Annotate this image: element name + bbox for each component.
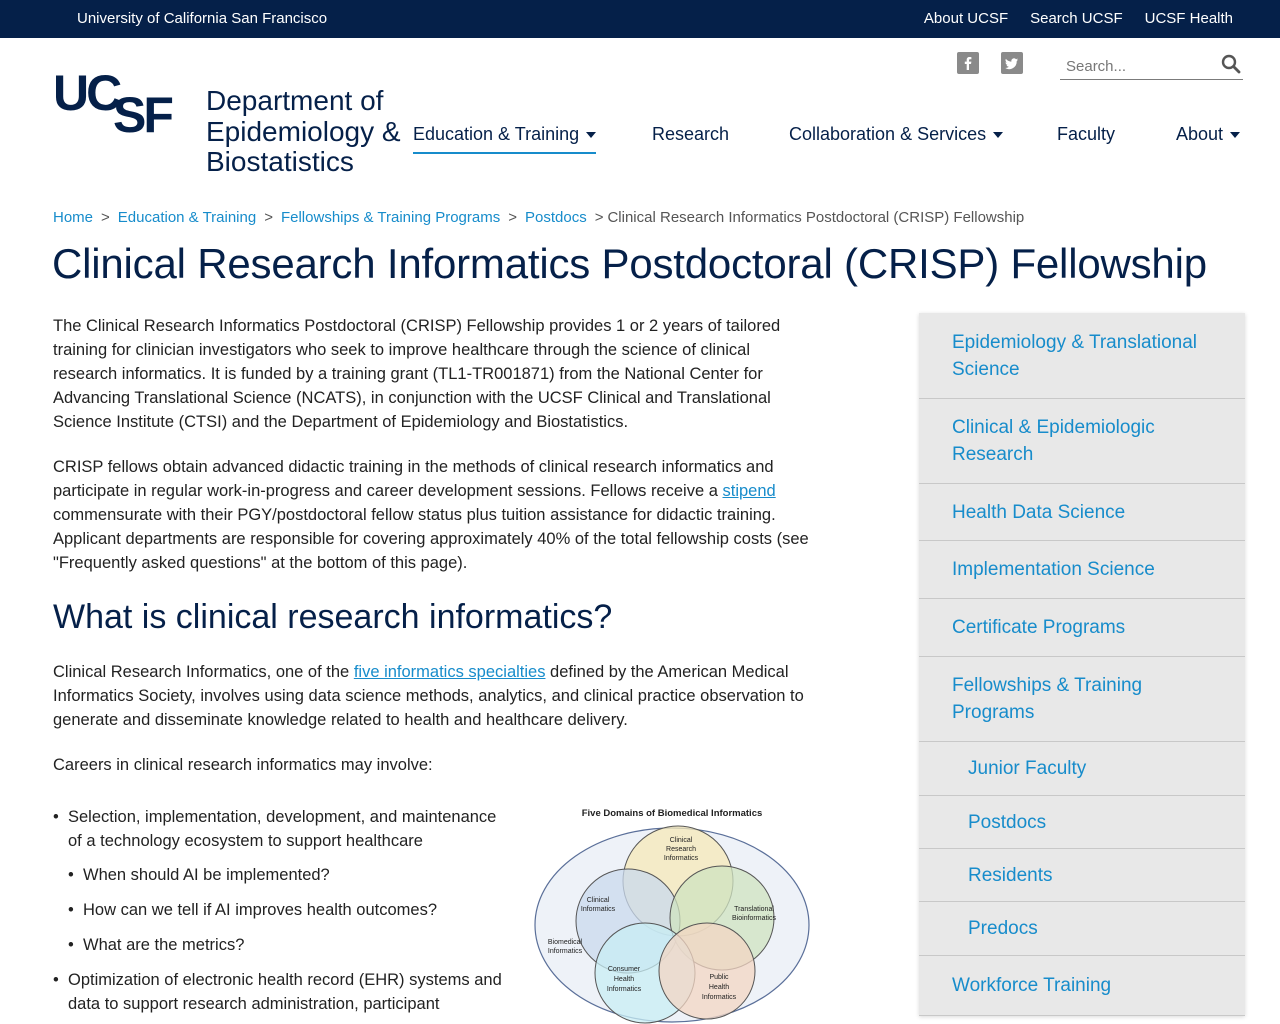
nav-education-training[interactable]: Education & Training bbox=[413, 124, 597, 154]
sidebar-item-clinical-epidemiologic[interactable]: Clinical & Epidemiologic Research bbox=[919, 399, 1245, 484]
sidebar-item-epidemiology-translational[interactable]: Epidemiology & Translational Science bbox=[919, 313, 1245, 399]
nav-faculty[interactable]: Faculty bbox=[1057, 124, 1115, 145]
university-link[interactable]: University of California San Francisco bbox=[77, 10, 327, 27]
sidebar-item-predocs[interactable]: Predocs bbox=[919, 902, 1245, 956]
text: CRISP fellows obtain advanced didactic t… bbox=[53, 458, 774, 500]
list-item: Optimization of electronic health record… bbox=[53, 968, 503, 1016]
figure-title: Five Domains of Biomedical Informatics bbox=[582, 808, 763, 819]
list-item: Selection, implementation, development, … bbox=[53, 805, 503, 957]
definition-paragraph: Clinical Research Informatics, one of th… bbox=[53, 660, 813, 732]
five-domains-figure: Five Domains of Biomedical Informatics C… bbox=[530, 803, 815, 1024]
nav-label: Faculty bbox=[1057, 124, 1116, 144]
search-input[interactable] bbox=[1060, 54, 1210, 78]
about-ucsf-link[interactable]: About UCSF bbox=[924, 10, 1008, 27]
list-item: How can we tell if AI improves health ou… bbox=[68, 898, 503, 922]
sidebar-item-junior-faculty[interactable]: Junior Faculty bbox=[919, 742, 1245, 796]
breadcrumb: Home > Education & Training > Fellowships & … bbox=[53, 209, 1025, 226]
sidebar-nav: Epidemiology & Translational Science Cli… bbox=[919, 313, 1245, 1016]
caret-down-icon bbox=[993, 132, 1004, 139]
sidebar-item-residents[interactable]: Residents bbox=[919, 849, 1245, 902]
list-item: What are the metrics? bbox=[68, 933, 503, 957]
twitter-icon[interactable] bbox=[1001, 52, 1023, 74]
svg-text:UC: UC bbox=[53, 70, 121, 121]
page-title: Clinical Research Informatics Postdoctor… bbox=[52, 240, 1207, 287]
list-item: When should AI be implemented? bbox=[68, 863, 503, 887]
nav-research[interactable]: Research bbox=[652, 124, 729, 145]
facebook-icon[interactable] bbox=[957, 52, 979, 74]
text: commensurate with their PGY/postdoctoral… bbox=[53, 506, 809, 572]
ucsf-logo[interactable]: UC SF bbox=[53, 65, 193, 143]
social-links bbox=[957, 52, 1023, 74]
svg-text:SF: SF bbox=[113, 87, 172, 140]
breadcrumb-fellowships[interactable]: Fellowships & Training Programs bbox=[281, 209, 500, 226]
nav-label: Research bbox=[652, 124, 730, 144]
list-item-text: Selection, implementation, development, … bbox=[68, 808, 497, 850]
nav-about[interactable]: About bbox=[1176, 124, 1241, 145]
careers-list: Selection, implementation, development, … bbox=[53, 805, 503, 1024]
sidebar-item-postdocs[interactable]: Postdocs bbox=[919, 796, 1245, 849]
sidebar-item-fellowships[interactable]: Fellowships & Training Programs bbox=[919, 657, 1245, 742]
sidebar-item-implementation-science[interactable]: Implementation Science bbox=[919, 541, 1245, 599]
section-heading: What is clinical research informatics? bbox=[53, 598, 613, 636]
search-ucsf-link[interactable]: Search UCSF bbox=[1030, 10, 1123, 27]
stipend-link[interactable]: stipend bbox=[722, 482, 775, 500]
nav-label: About bbox=[1176, 124, 1224, 144]
ucsf-health-link[interactable]: UCSF Health bbox=[1145, 10, 1233, 27]
site-search bbox=[1060, 52, 1243, 80]
sidebar-item-certificate-programs[interactable]: Certificate Programs bbox=[919, 599, 1245, 657]
breadcrumb-home[interactable]: Home bbox=[53, 209, 93, 226]
sidebar-item-health-data-science[interactable]: Health Data Science bbox=[919, 484, 1245, 541]
breadcrumb-postdocs[interactable]: Postdocs bbox=[525, 209, 587, 226]
main-content: The Clinical Research Informatics Postdo… bbox=[53, 314, 813, 798]
nav-label: Education & Training bbox=[413, 124, 580, 144]
breadcrumb-education-training[interactable]: Education & Training bbox=[118, 209, 256, 226]
careers-paragraph: Careers in clinical research informatics… bbox=[53, 756, 433, 774]
intro-paragraph: The Clinical Research Informatics Postdo… bbox=[53, 317, 781, 431]
nav-label: Collaboration & Services bbox=[789, 124, 987, 144]
department-name[interactable]: Department of Epidemiology & Biostatisti… bbox=[206, 85, 401, 178]
utility-links: About UCSF Search UCSF UCSF Health bbox=[924, 10, 1233, 27]
caret-down-icon bbox=[586, 132, 597, 139]
nav-collaboration-services[interactable]: Collaboration & Services bbox=[789, 124, 1004, 145]
funding-paragraph: CRISP fellows obtain advanced didactic t… bbox=[53, 455, 813, 575]
caret-down-icon bbox=[1230, 132, 1241, 139]
search-icon[interactable] bbox=[1221, 54, 1241, 79]
text: Clinical Research Informatics, one of th… bbox=[53, 663, 354, 681]
sidebar-item-workforce-training[interactable]: Workforce Training bbox=[919, 956, 1245, 1016]
five-specialties-link[interactable]: five informatics specialties bbox=[354, 663, 546, 681]
breadcrumb-current: Clinical Research Informatics Postdoctor… bbox=[607, 209, 1025, 226]
top-utility-bar: University of California San Francisco A… bbox=[0, 0, 1280, 38]
